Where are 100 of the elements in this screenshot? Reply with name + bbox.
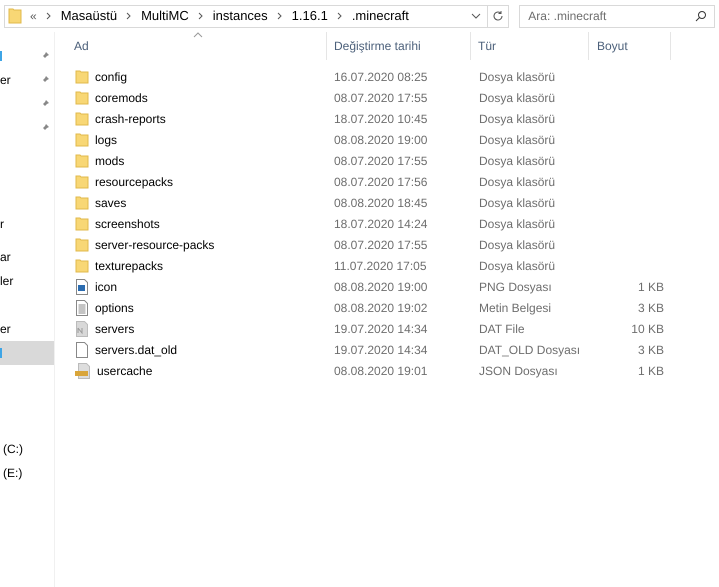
file-size: 1 KB [638,278,664,296]
modified-date: 08.08.2020 19:00 [333,278,428,296]
folder-icon [75,174,89,188]
search-field[interactable]: Ara: .minecraft [519,4,715,28]
address-bar[interactable]: « Masaüstü MultiMC instances 1.16.1 .minecraft [4,4,510,28]
file-type: Dosya klasörü [478,258,556,274]
modified-date: 19.07.2020 14:34 [333,320,428,338]
file-type: PNG Dosyası [478,278,553,296]
chevron-right-icon [198,12,204,20]
sidebar-label: r [0,216,4,233]
sort-up-icon [193,32,203,38]
modified-date: 08.08.2020 18:45 [333,194,428,212]
sidebar-label: (C:) [3,441,23,458]
modified-date: 08.08.2020 19:01 [333,362,428,380]
file-size: 3 KB [638,300,664,316]
sidebar-label: ar [0,249,11,266]
chevron-right-icon [126,12,132,20]
file-name[interactable]: resourcepacks [95,172,174,190]
file-name[interactable]: icon [95,278,118,296]
path-overflow[interactable]: « [30,7,37,25]
file-type: Metin Belgesi [478,300,552,316]
image-file-icon [75,278,89,294]
column-header[interactable]: Boyut [589,32,671,60]
sidebar-label: (E:) [3,465,22,482]
modified-date: 16.07.2020 08:25 [333,68,428,86]
breadcrumb[interactable]: .minecraft [352,6,409,26]
folder-icon [75,90,89,104]
file-name[interactable]: coremods [95,88,148,106]
file-type: Dosya klasörü [478,152,556,170]
file-name[interactable]: servers [95,320,134,338]
file-type: DAT_OLD Dosyası [478,342,582,358]
file-name[interactable]: config [95,68,128,86]
folder-icon [75,216,89,230]
file-type: Dosya klasörü [478,110,556,128]
sidebar-label: er [0,72,11,89]
file-size: 1 KB [638,362,664,380]
file-type: DAT File [478,320,526,338]
modified-date: 08.08.2020 19:02 [333,300,428,316]
sidebar-item[interactable]: (C:) [0,437,54,461]
file-name[interactable]: usercache [97,362,152,380]
modified-date: 08.07.2020 17:55 [333,152,428,170]
json-file-icon [75,362,91,378]
modified-date: 08.07.2020 17:56 [333,174,428,190]
folder-icon [75,132,89,146]
breadcrumb[interactable]: instances [212,6,268,26]
search-icon [695,10,707,22]
folder-icon [75,154,89,168]
folder-icon [75,196,89,210]
file-type: Dosya klasörü [478,132,556,148]
chevron-right-icon [46,12,52,20]
column-header[interactable]: Ad [55,32,327,60]
breadcrumb[interactable]: 1.16.1 [292,6,328,26]
sidebar-label: er [0,321,11,338]
breadcrumb[interactable]: Masaüstü [60,6,118,26]
folder-icon [8,8,22,24]
sidebar-item[interactable]: er [0,317,54,341]
modified-date: 18.07.2020 10:45 [333,110,428,128]
file-type: Dosya klasörü [478,236,556,254]
modified-date: 11.07.2020 17:05 [333,258,428,274]
breadcrumb[interactable]: MultiMC [141,6,189,26]
file-icon [75,320,89,336]
folder-icon [75,258,89,272]
text-file-icon [75,300,89,316]
file-name[interactable]: server-resource-packs [95,236,214,254]
folder-icon [75,112,89,126]
folder-icon [75,70,89,84]
file-name[interactable]: saves [95,194,126,212]
file-type: Dosya klasörü [478,68,556,86]
file-type: JSON Dosyası [478,362,559,380]
file-size: 10 KB [631,320,664,338]
file-name[interactable]: screenshots [95,214,160,232]
folder-icon [75,238,89,252]
column-header[interactable]: Tür [471,32,589,60]
sidebar-item[interactable]: er [0,68,54,92]
file-name[interactable]: texturepacks [95,256,164,274]
refresh-icon [492,10,504,22]
modified-date: 08.07.2020 17:55 [333,236,428,254]
sidebar-item[interactable]: ar [0,245,54,269]
sidebar-item[interactable]: (E:) [0,461,54,485]
file-type: Dosya klasörü [478,174,556,190]
column-header[interactable]: Değiştirme tarihi [327,32,471,60]
sidebar-label: ler [0,273,14,290]
chevron-right-icon [336,12,343,20]
modified-date: 08.07.2020 17:55 [333,90,428,106]
file-type: Dosya klasörü [478,194,556,212]
file-name[interactable]: servers.dat_old [95,340,178,358]
blank-file-icon [75,342,89,358]
modified-date: 08.08.2020 19:00 [333,132,428,148]
sidebar-item[interactable]: ler [0,269,54,293]
file-name[interactable]: options [95,298,134,316]
file-type: Dosya klasörü [478,90,556,106]
modified-date: 19.07.2020 14:34 [333,342,428,358]
chevron-right-icon [276,12,283,20]
file-name[interactable]: logs [95,130,118,148]
chevron-down-icon[interactable] [471,12,482,20]
sidebar-item[interactable]: r [0,212,54,236]
file-size: 3 KB [638,342,664,358]
file-name[interactable]: mods [95,152,124,170]
modified-date: 18.07.2020 14:24 [333,216,428,232]
file-name[interactable]: crash-reports [95,110,166,128]
